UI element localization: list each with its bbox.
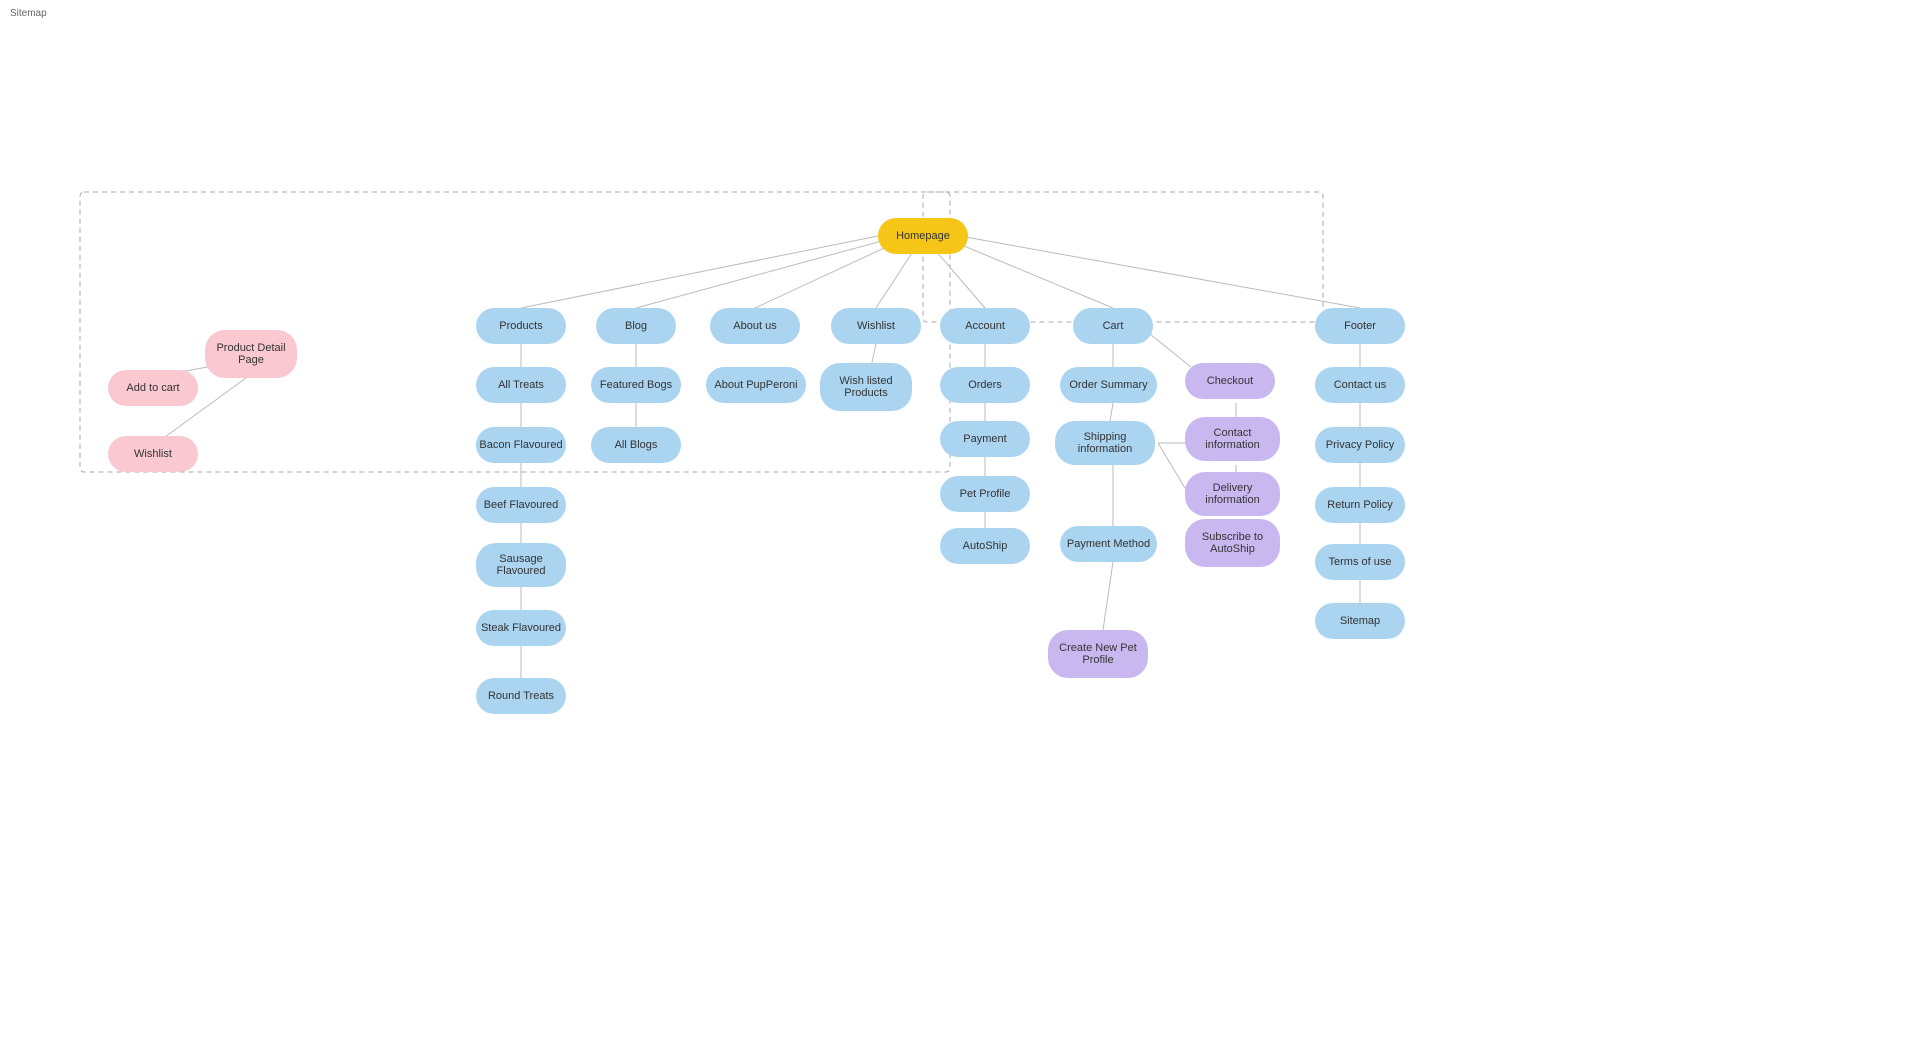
node-allBlogs[interactable]: All Blogs [591,427,681,463]
node-shippingInfo[interactable]: Shipping information [1055,421,1155,465]
node-steakFlavoured[interactable]: Steak Flavoured [476,610,566,646]
node-orderSummary[interactable]: Order Summary [1060,367,1157,403]
node-addToCart[interactable]: Add to cart [108,370,198,406]
node-returnPolicy[interactable]: Return Policy [1315,487,1405,523]
node-paymentMethod[interactable]: Payment Method [1060,526,1157,562]
node-aboutus[interactable]: About us [710,308,800,344]
node-checkout[interactable]: Checkout [1185,363,1275,399]
node-wishlistedProducts[interactable]: Wish listed Products [820,363,912,411]
node-aboutPupPeroni[interactable]: About PupPeroni [706,367,806,403]
node-blog[interactable]: Blog [596,308,676,344]
node-orders[interactable]: Orders [940,367,1030,403]
node-termsOfUse[interactable]: Terms of use [1315,544,1405,580]
node-footer[interactable]: Footer [1315,308,1405,344]
node-beefFlavoured[interactable]: Beef Flavoured [476,487,566,523]
node-roundTreats[interactable]: Round Treats [476,678,566,714]
node-wishlist[interactable]: Wishlist [831,308,921,344]
page-label: Sitemap [10,8,47,19]
node-privacyPolicy[interactable]: Privacy Policy [1315,427,1405,463]
node-productDetailPage[interactable]: Product Detail Page [205,330,297,378]
node-createNewPet[interactable]: Create New Pet Profile [1048,630,1148,678]
node-featuredBogs[interactable]: Featured Bogs [591,367,681,403]
node-account[interactable]: Account [940,308,1030,344]
sitemap-container: Sitemap [0,0,1916,1063]
node-subscribeAutoship[interactable]: Subscribe to AutoShip [1185,519,1280,567]
node-wishlistNode[interactable]: Wishlist [108,436,198,472]
node-cart[interactable]: Cart [1073,308,1153,344]
node-homepage[interactable]: Homepage [878,218,968,254]
node-allTreats[interactable]: All Treats [476,367,566,403]
node-sitemap[interactable]: Sitemap [1315,603,1405,639]
node-autoship[interactable]: AutoShip [940,528,1030,564]
node-products[interactable]: Products [476,308,566,344]
node-sausageFlavoured[interactable]: Sausage Flavoured [476,543,566,587]
node-baconFlavoured[interactable]: Bacon Flavoured [476,427,566,463]
node-contactInfo[interactable]: Contact information [1185,417,1280,461]
node-contactUs[interactable]: Contact us [1315,367,1405,403]
node-payment[interactable]: Payment [940,421,1030,457]
node-deliveryInfo[interactable]: Delivery information [1185,472,1280,516]
node-petProfile[interactable]: Pet Profile [940,476,1030,512]
